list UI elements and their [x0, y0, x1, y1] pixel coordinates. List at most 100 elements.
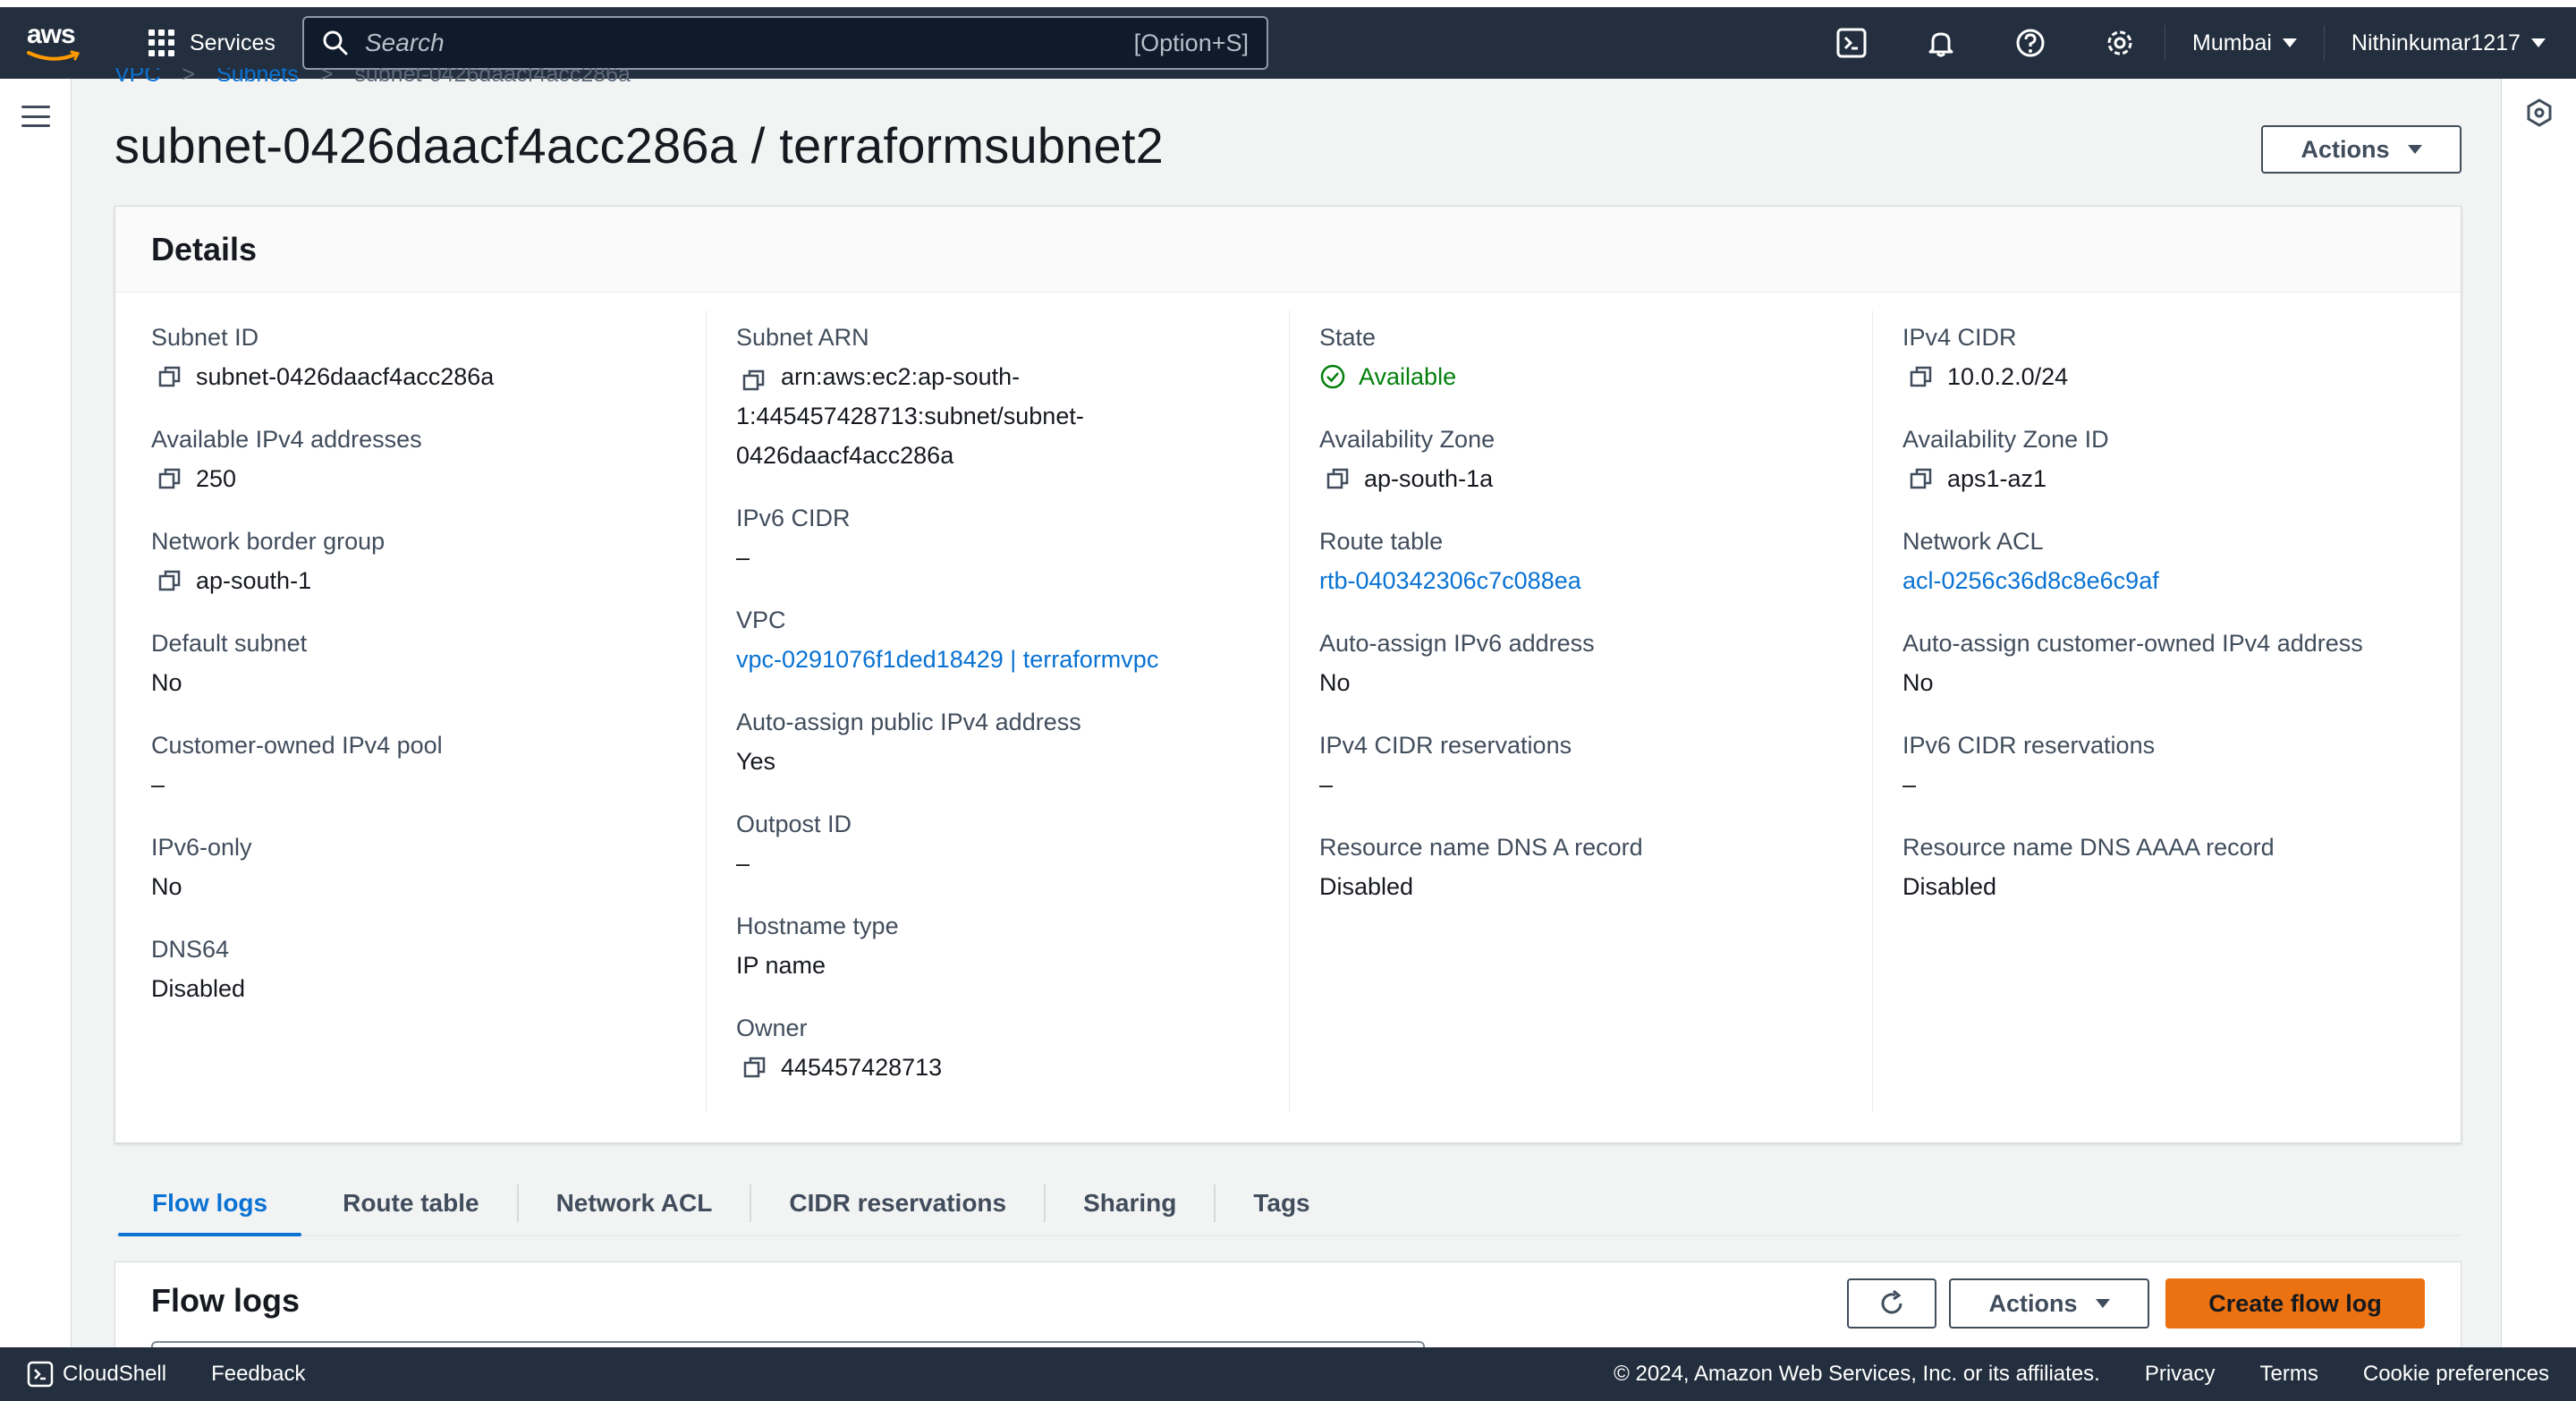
- field-value: 445457428713: [736, 1048, 1291, 1087]
- outpost-id-value: –: [736, 850, 750, 877]
- field-label: Subnet ARN: [736, 324, 869, 351]
- tab-sharing[interactable]: Sharing: [1046, 1172, 1214, 1235]
- breadcrumb-separator: >: [319, 68, 334, 87]
- breadcrumb-current: subnet-0426daacf4acc286a: [354, 68, 631, 87]
- footer-right: © 2024, Amazon Web Services, Inc. or its…: [1614, 1362, 2549, 1387]
- details-column-1: Subnet ID subnet-0426daacf4acc286a Avail…: [151, 318, 706, 1032]
- field-ipv6-cidr: IPv6 CIDR –: [736, 498, 1291, 577]
- column-divider: [1872, 310, 1873, 1112]
- field-default-subnet: Default subnet No: [151, 624, 706, 702]
- network-acl-link[interactable]: acl-0256c36d8c8e6c9af: [1902, 561, 2457, 600]
- aws-logo[interactable]: aws: [27, 20, 91, 64]
- field-label: IPv4 CIDR: [1902, 324, 2017, 351]
- field-value: Available: [1319, 357, 1874, 396]
- field-label: IPv4 CIDR reservations: [1319, 732, 1572, 759]
- tab-cidr-reservations[interactable]: CIDR reservations: [751, 1172, 1044, 1235]
- nav-icons: Mumbai Nithinkumar1217: [1807, 7, 2572, 79]
- left-navigation-rail: [0, 79, 72, 1347]
- field-network-border-group: Network border group ap-south-1: [151, 522, 706, 600]
- search-bar[interactable]: [Option+S]: [302, 16, 1268, 70]
- actions-caret-icon: [2407, 145, 2422, 154]
- field-label: Resource name DNS AAAA record: [1902, 834, 2275, 861]
- copy-icon[interactable]: [741, 365, 768, 392]
- field-value: ap-south-1a: [1319, 459, 1874, 498]
- account-menu[interactable]: Nithinkumar1217: [2325, 7, 2572, 79]
- field-label: Customer-owned IPv4 pool: [151, 732, 443, 759]
- auto-assign-public-ipv4-value: Yes: [736, 748, 776, 775]
- breadcrumb-separator: >: [182, 68, 196, 87]
- owner-value: 445457428713: [781, 1054, 943, 1081]
- field-customer-owned-ipv4-pool: Customer-owned IPv4 pool –: [151, 726, 706, 804]
- region-selector[interactable]: Mumbai: [2165, 7, 2324, 79]
- field-hostname-type: Hostname type IP name: [736, 906, 1291, 985]
- copy-icon[interactable]: [1908, 363, 1935, 390]
- copy-icon[interactable]: [741, 1054, 768, 1081]
- dns64-value: Disabled: [151, 975, 246, 1002]
- detail-tabs: Flow logs Route table Network ACL CIDR r…: [114, 1172, 2462, 1236]
- route-table-link[interactable]: rtb-040342306c7c088ea: [1319, 561, 1874, 600]
- search-input[interactable]: [365, 29, 1118, 57]
- actions-dropdown-button[interactable]: Actions: [2261, 125, 2462, 174]
- actions-label: Actions: [2301, 135, 2390, 163]
- details-column-4: IPv4 CIDR 10.0.2.0/24 Availability Zone …: [1902, 318, 2457, 930]
- flow-logs-filter-input[interactable]: [151, 1341, 1425, 1347]
- field-network-acl: Network ACL acl-0256c36d8c8e6c9af: [1902, 522, 2457, 600]
- footer-privacy-link[interactable]: Privacy: [2145, 1362, 2216, 1387]
- subnet-arn-line-3: 0426daacf4acc286a: [736, 442, 954, 469]
- availability-zone-id-value: aps1-az1: [1947, 465, 2047, 492]
- field-value: arn:aws:ec2:ap-south- 1:445457428713:sub…: [736, 357, 1291, 475]
- field-label: Hostname type: [736, 913, 899, 939]
- auto-assign-ipv6-value: No: [1319, 669, 1351, 696]
- state-value: Available: [1359, 363, 1457, 390]
- tab-tags[interactable]: Tags: [1216, 1172, 1347, 1235]
- refresh-button[interactable]: [1847, 1278, 1936, 1329]
- breadcrumb-subnets[interactable]: Subnets: [216, 68, 299, 88]
- details-columns: Subnet ID subnet-0426daacf4acc286a Avail…: [115, 293, 2461, 1142]
- field-label: DNS64: [151, 936, 230, 963]
- tab-flow-logs[interactable]: Flow logs: [114, 1172, 305, 1236]
- subnet-arn-line-1: arn:aws:ec2:ap-south-: [781, 363, 1021, 390]
- dns-a-record-value: Disabled: [1319, 873, 1414, 900]
- cloudshell-icon: [27, 1361, 54, 1388]
- copy-icon[interactable]: [157, 363, 183, 390]
- footer-cookie-preferences-link[interactable]: Cookie preferences: [2363, 1362, 2549, 1387]
- field-label: Availability Zone ID: [1902, 426, 2109, 453]
- cloudshell-icon: [1836, 28, 1867, 58]
- field-label: IPv6 CIDR: [736, 505, 851, 531]
- copy-icon[interactable]: [1325, 465, 1352, 492]
- tab-route-table[interactable]: Route table: [305, 1172, 516, 1235]
- settings-button[interactable]: [2075, 7, 2165, 79]
- field-availability-zone-id: Availability Zone ID aps1-az1: [1902, 420, 2457, 498]
- field-auto-assign-customer-owned-ipv4: Auto-assign customer-owned IPv4 address …: [1902, 624, 2457, 702]
- footer-terms-link[interactable]: Terms: [2260, 1362, 2318, 1387]
- field-label: Route table: [1319, 528, 1444, 555]
- help-button[interactable]: [1986, 7, 2075, 79]
- flow-logs-actions-button[interactable]: Actions: [1949, 1278, 2149, 1329]
- flow-logs-actions-caret-icon: [2095, 1299, 2110, 1308]
- tab-network-acl[interactable]: Network ACL: [519, 1172, 750, 1235]
- console-footer: CloudShell Feedback © 2024, Amazon Web S…: [0, 1347, 2576, 1401]
- footer-feedback-link[interactable]: Feedback: [211, 1362, 305, 1387]
- notifications-button[interactable]: [1896, 7, 1986, 79]
- menu-hamburger-icon[interactable]: [21, 106, 50, 127]
- footer-cloudshell[interactable]: CloudShell: [27, 1361, 166, 1388]
- ipv6-only-value: No: [151, 873, 182, 900]
- field-label: Auto-assign public IPv4 address: [736, 709, 1081, 735]
- copy-icon[interactable]: [1908, 465, 1935, 492]
- status-success-icon: [1320, 364, 1345, 389]
- subnet-id-value: subnet-0426daacf4acc286a: [196, 363, 495, 390]
- field-label: Owner: [736, 1015, 808, 1041]
- flow-logs-actions-label: Actions: [1988, 1289, 2078, 1317]
- region-label: Mumbai: [2192, 30, 2272, 55]
- copy-icon[interactable]: [157, 567, 183, 594]
- footer-copyright: © 2024, Amazon Web Services, Inc. or its…: [1614, 1362, 2100, 1386]
- cloudshell-button[interactable]: [1807, 7, 1896, 79]
- breadcrumb: VPC > Subnets > subnet-0426daacf4acc286a: [114, 68, 631, 88]
- info-panel-icon[interactable]: [2525, 98, 2554, 127]
- copy-icon[interactable]: [157, 465, 183, 492]
- network-border-group-value: ap-south-1: [196, 567, 312, 594]
- vpc-link[interactable]: vpc-0291076f1ded18429 | terraformvpc: [736, 640, 1291, 679]
- breadcrumb-vpc[interactable]: VPC: [114, 68, 160, 88]
- create-flow-log-button[interactable]: Create flow log: [2165, 1278, 2425, 1329]
- flow-logs-title: Flow logs: [151, 1282, 300, 1319]
